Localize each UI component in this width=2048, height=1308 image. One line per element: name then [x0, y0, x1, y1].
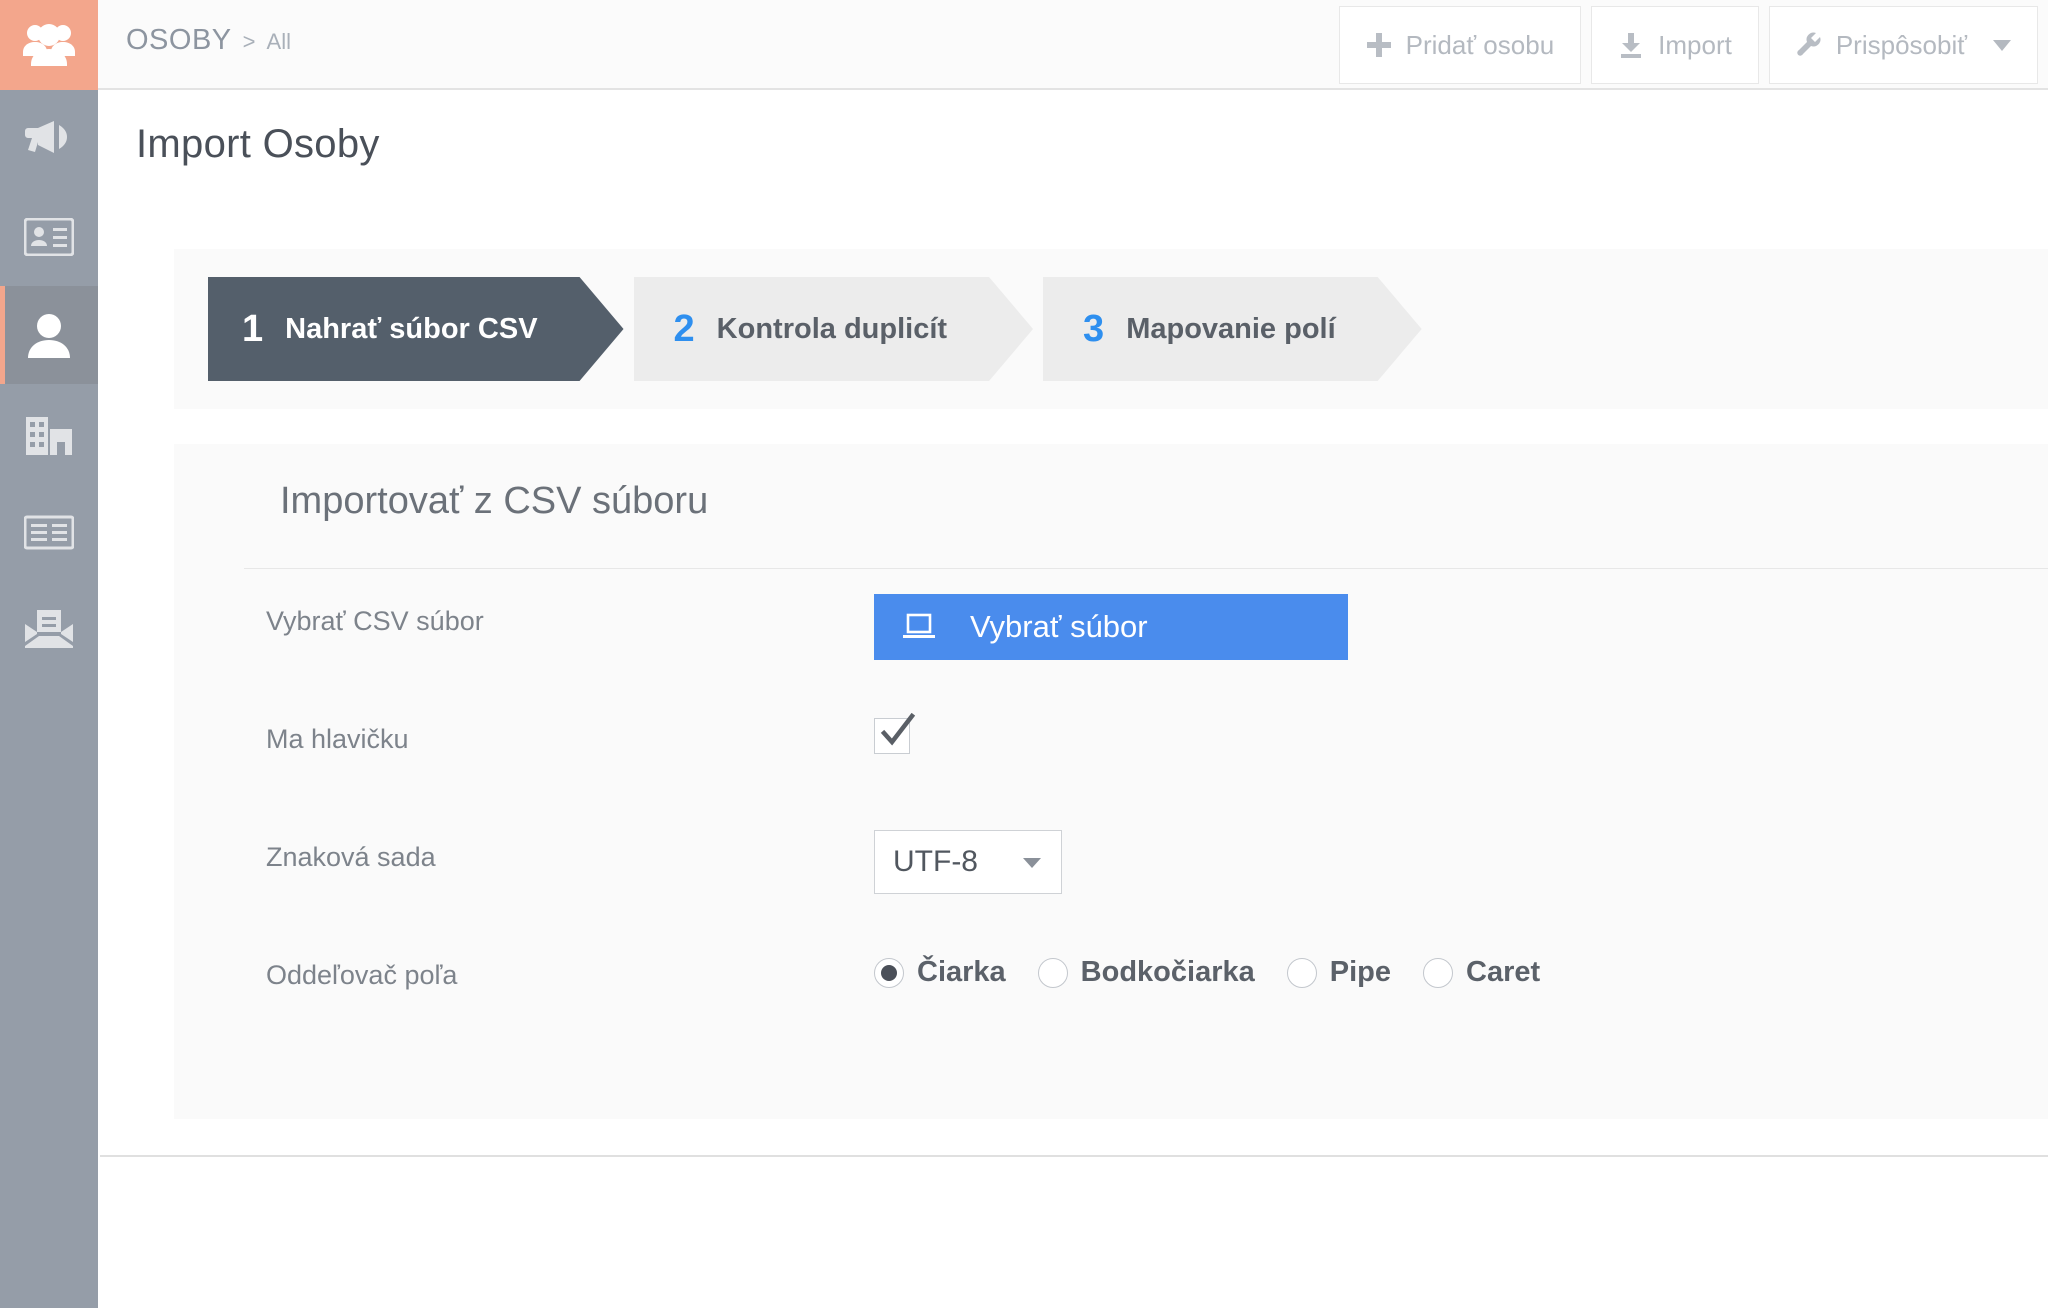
header-toolbar: Pridať osobu Import Prispôsobiť	[1329, 6, 2038, 84]
delimiter-label: Oddeľovač poľa	[266, 960, 458, 990]
form-row-charset: Znaková sada UTF-8	[174, 830, 2048, 948]
sidebar-item-campaigns[interactable]	[0, 90, 98, 188]
megaphone-icon	[24, 117, 74, 161]
envelope-document-icon	[24, 608, 74, 650]
import-label: Import	[1658, 29, 1732, 60]
wrench-icon	[1796, 32, 1822, 58]
laptop-icon	[902, 613, 936, 641]
delimiter-option-pipe-label: Pipe	[1329, 956, 1391, 988]
sidebar-item-organizations[interactable]	[0, 384, 98, 482]
delimiter-option-comma-label: Čiarka	[917, 956, 1006, 988]
charset-selected-value: UTF-8	[893, 845, 978, 878]
list-report-icon	[24, 512, 74, 550]
import-button[interactable]: Import	[1591, 6, 1759, 84]
charset-label: Znaková sada	[266, 842, 436, 872]
chevron-down-icon	[1993, 39, 2011, 51]
group-people-icon	[22, 20, 76, 71]
delimiter-option-caret[interactable]: Caret	[1423, 956, 1540, 989]
import-form-panel: Importovať z CSV súboru Vybrať CSV súbor…	[174, 444, 2048, 1119]
add-person-button[interactable]: Pridať osobu	[1338, 6, 1582, 84]
page-title: Import Osoby	[136, 122, 380, 166]
has-header-label: Ma hlavičku	[266, 724, 409, 754]
top-header: OSOBY > All Pridať osobu Import Prispôso…	[98, 0, 2048, 90]
radio-dot-icon[interactable]	[1423, 957, 1453, 988]
form-row-delimiter: Oddeľovač poľa Čiarka Bodkočiarka Pipe C…	[174, 948, 2048, 1066]
wizard-step-1-number: 1	[242, 308, 264, 350]
content-bottom-divider	[100, 1155, 2048, 1157]
wizard-step-2-label: Kontrola duplicít	[716, 312, 948, 345]
radio-dot-icon[interactable]	[1286, 957, 1317, 988]
wizard-step-1-label: Nahrať súbor CSV	[285, 312, 538, 345]
form-title-divider	[244, 568, 2048, 569]
radio-dot-selected-icon[interactable]	[874, 957, 904, 988]
breadcrumb-root[interactable]: OSOBY	[126, 24, 232, 57]
contact-card-icon	[24, 218, 74, 256]
has-header-checkbox[interactable]	[874, 713, 916, 754]
form-rows: Vybrať CSV súbor Vybrať súbor Ma hlavičk…	[174, 594, 2048, 1066]
customize-label: Prispôsobiť	[1835, 29, 1967, 60]
select-file-button[interactable]: Vybrať súbor	[874, 594, 1348, 660]
sidebar-item-persons[interactable]	[0, 286, 98, 384]
radio-dot-icon[interactable]	[1037, 957, 1068, 988]
plus-icon	[1366, 32, 1392, 58]
breadcrumb: OSOBY > All	[126, 24, 291, 57]
charset-select[interactable]: UTF-8	[874, 830, 1062, 894]
wizard-container: 1 Nahrať súbor CSV 2 Kontrola duplicít 3…	[174, 249, 2048, 409]
wizard-step-1[interactable]: 1 Nahrať súbor CSV	[208, 277, 624, 381]
sidebar-item-contacts[interactable]	[0, 188, 98, 286]
wizard-steps: 1 Nahrať súbor CSV 2 Kontrola duplicít 3…	[208, 277, 1432, 381]
app-root: OSOBY > All Pridať osobu Import Prispôso…	[0, 0, 2048, 1308]
wizard-step-2[interactable]: 2 Kontrola duplicít	[634, 277, 1034, 381]
select-file-label: Vybrať súbor	[970, 609, 1148, 644]
download-icon	[1618, 32, 1644, 58]
breadcrumb-leaf[interactable]: All	[267, 29, 291, 55]
sidebar-item-reports[interactable]	[0, 482, 98, 580]
add-person-label: Pridať osobu	[1405, 29, 1555, 60]
person-icon	[25, 312, 73, 358]
breadcrumb-separator: >	[242, 29, 256, 54]
chevron-down-icon	[1023, 858, 1041, 868]
wizard-step-3-number: 3	[1083, 308, 1105, 350]
delimiter-radio-group: Čiarka Bodkočiarka Pipe Caret	[874, 948, 2048, 989]
form-row-file: Vybrať CSV súbor Vybrať súbor	[174, 594, 2048, 712]
form-section-title: Importovať z CSV súboru	[280, 480, 709, 522]
wizard-step-3-label: Mapovanie polí	[1126, 312, 1336, 345]
sidebar-item-mail[interactable]	[0, 580, 98, 678]
sidebar	[0, 0, 98, 1308]
form-row-has-header: Ma hlavičku	[174, 712, 2048, 830]
delimiter-option-comma[interactable]: Čiarka	[874, 956, 1006, 989]
customize-button[interactable]: Prispôsobiť	[1768, 6, 2038, 84]
delimiter-option-semicolon-label: Bodkočiarka	[1080, 956, 1255, 988]
delimiter-option-pipe[interactable]: Pipe	[1286, 956, 1391, 989]
wizard-step-2-number: 2	[673, 308, 695, 350]
delimiter-option-caret-label: Caret	[1466, 956, 1541, 988]
building-icon	[24, 411, 74, 455]
app-logo[interactable]	[0, 0, 98, 90]
file-field-label: Vybrať CSV súbor	[266, 606, 484, 636]
delimiter-option-semicolon[interactable]: Bodkočiarka	[1037, 956, 1255, 989]
wizard-step-3[interactable]: 3 Mapovanie polí	[1043, 277, 1422, 381]
